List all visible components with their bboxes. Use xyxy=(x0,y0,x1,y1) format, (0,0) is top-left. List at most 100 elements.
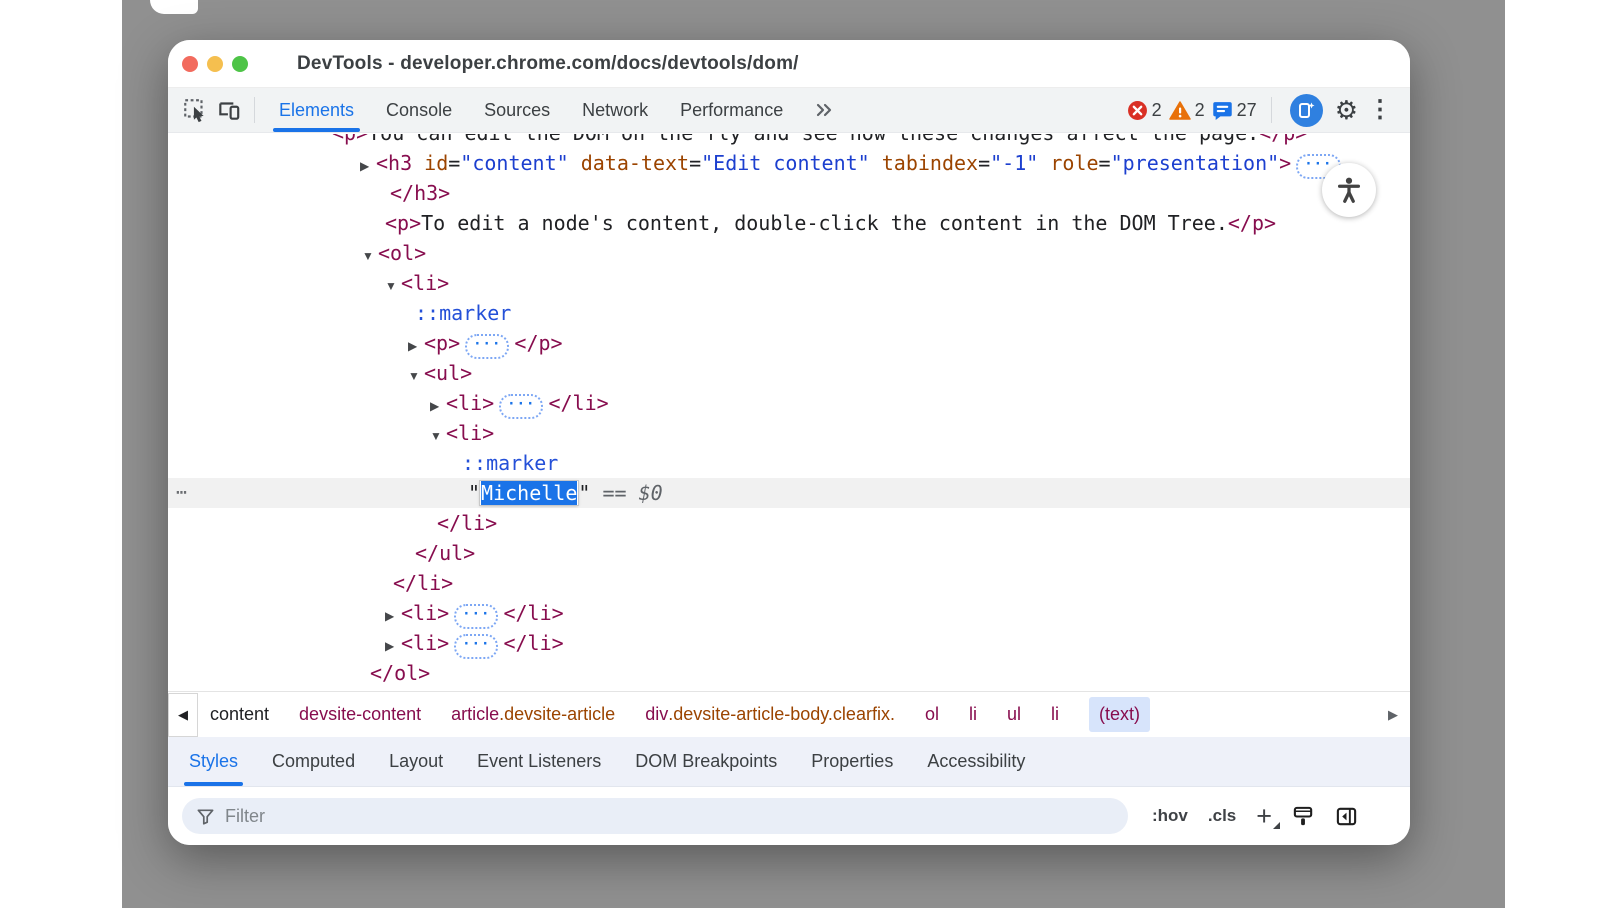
status-badges: 2 2 27 xyxy=(1127,100,1257,121)
dom-tree-row[interactable]: ▶<li>···</li> xyxy=(168,628,1410,658)
crumb-tag: ol xyxy=(925,704,939,725)
crumb-tag: ul xyxy=(1007,704,1021,725)
dom-tree-row[interactable]: </li> xyxy=(168,508,1410,538)
rendering-emulations-icon[interactable] xyxy=(1292,805,1315,828)
new-style-rule-button[interactable]: + xyxy=(1256,803,1272,830)
breadcrumb-item[interactable]: content xyxy=(210,704,269,725)
tab-computed[interactable]: Computed xyxy=(255,737,372,786)
inline-expand-button[interactable]: ··· xyxy=(454,634,498,659)
filter-input[interactable]: Filter xyxy=(182,798,1128,834)
dom-tree-row[interactable]: ▼<li> xyxy=(168,418,1410,448)
inline-expand-button[interactable]: ··· xyxy=(499,394,543,419)
breadcrumb-scroll-left-button[interactable]: ◀ xyxy=(168,693,198,737)
styles-filter-bar: Filter :hov .cls + xyxy=(168,787,1410,845)
more-options-icon[interactable]: ⋮ xyxy=(1368,98,1392,122)
dom-tree-row[interactable]: ▶<li>···</li> xyxy=(168,598,1410,628)
toggle-sidebar-icon[interactable] xyxy=(1335,805,1358,828)
expand-arrow-icon[interactable]: ▼ xyxy=(385,271,401,301)
tab-dom-breakpoints[interactable]: DOM Breakpoints xyxy=(618,737,794,786)
device-ai-assist-icon[interactable] xyxy=(1290,94,1323,127)
window-title: DevTools - developer.chrome.com/docs/dev… xyxy=(297,53,799,75)
toggle-device-toolbar-icon[interactable] xyxy=(212,93,246,127)
code-segment: </li> xyxy=(503,631,563,655)
code-segment: tabindex xyxy=(870,151,978,175)
error-count: 2 xyxy=(1152,100,1162,121)
crumb-tag: content xyxy=(210,704,269,725)
inline-text-editor[interactable]: Michelle xyxy=(480,481,578,505)
dom-tree-row[interactable]: ▶<h3 id="content" data-text="Edit conten… xyxy=(168,148,1410,178)
dom-tree-row[interactable]: ▼<li> xyxy=(168,268,1410,298)
expand-arrow-icon[interactable]: ▼ xyxy=(362,241,378,271)
expand-arrow-icon[interactable]: ▶ xyxy=(430,391,446,421)
dom-tree-row[interactable]: <p>To edit a node's content, double-clic… xyxy=(168,208,1410,238)
breadcrumb-item[interactable]: (text) xyxy=(1089,697,1150,732)
tab-performance[interactable]: Performance xyxy=(664,88,799,132)
dom-tree-row[interactable]: ▶<li>···</li> xyxy=(168,388,1410,418)
code-segment: id xyxy=(412,151,448,175)
code-segment: " xyxy=(468,481,480,505)
inline-expand-button[interactable]: ··· xyxy=(465,334,509,359)
dom-tree-row[interactable]: ▼<ol> xyxy=(168,238,1410,268)
dom-tree-row[interactable]: ▼<ul> xyxy=(168,358,1410,388)
breadcrumb-item[interactable]: li xyxy=(969,704,977,725)
expand-arrow-icon[interactable]: ▶ xyxy=(360,151,376,181)
tab-accessibility[interactable]: Accessibility xyxy=(910,737,1042,786)
dom-tree-row[interactable]: </ul> xyxy=(168,538,1410,568)
zoom-window-button[interactable] xyxy=(232,56,248,72)
issues-badge[interactable]: 27 xyxy=(1212,100,1257,121)
toolbar-divider xyxy=(1271,97,1272,123)
error-badge[interactable]: 2 xyxy=(1127,100,1162,121)
expand-arrow-icon[interactable]: ▶ xyxy=(408,331,424,361)
tab-sources[interactable]: Sources xyxy=(468,88,566,132)
dom-tree-row[interactable]: </li> xyxy=(168,568,1410,598)
dom-tree-row[interactable]: </h3> xyxy=(168,178,1410,208)
settings-gear-icon[interactable]: ⚙ xyxy=(1335,97,1358,123)
inspect-element-icon[interactable] xyxy=(178,93,212,127)
tab-event-listeners[interactable]: Event Listeners xyxy=(460,737,618,786)
dom-tree-row[interactable]: </ol> xyxy=(168,658,1410,688)
code-segment: </p> xyxy=(1228,211,1276,235)
breadcrumb-item[interactable]: devsite-content xyxy=(299,704,421,725)
code-segment: ::marker xyxy=(415,301,511,325)
expand-arrow-icon[interactable]: ▶ xyxy=(385,601,401,631)
tab-properties[interactable]: Properties xyxy=(794,737,910,786)
tab-network[interactable]: Network xyxy=(566,88,664,132)
code-segment: <li> xyxy=(446,391,494,415)
dom-tree-row[interactable]: ▶<p>···</p> xyxy=(168,328,1410,358)
close-window-button[interactable] xyxy=(182,56,198,72)
dom-tree-row[interactable]: <p>You can edit the DOM on the fly and s… xyxy=(168,134,1410,148)
selected-text: Michelle xyxy=(481,481,577,505)
row-menu-dots-icon[interactable]: ⋯ xyxy=(176,478,187,508)
toggle-element-state-button[interactable]: :hov xyxy=(1152,806,1188,826)
breadcrumb-item[interactable]: ul xyxy=(1007,704,1021,725)
breadcrumb-item[interactable]: ol xyxy=(925,704,939,725)
crumb-tag: article xyxy=(451,704,499,725)
minimize-window-button[interactable] xyxy=(207,56,223,72)
tab-layout[interactable]: Layout xyxy=(372,737,460,786)
dom-tree-row[interactable]: ::marker xyxy=(168,298,1410,328)
code-segment: <p> xyxy=(385,211,421,235)
code-segment: <li> xyxy=(401,601,449,625)
warning-badge[interactable]: 2 xyxy=(1169,100,1205,121)
expand-arrow-icon[interactable]: ▼ xyxy=(430,421,446,451)
breadcrumb-scroll-right-button[interactable]: ▶ xyxy=(1388,707,1410,723)
code-segment: To edit a node's content, double-click t… xyxy=(421,211,1228,235)
tab-elements[interactable]: Elements xyxy=(263,88,370,132)
dom-tree-row[interactable]: ⋯"Michelle" == $0 xyxy=(168,478,1410,508)
dom-tree[interactable]: <p>You can edit the DOM on the fly and s… xyxy=(168,134,1410,691)
element-classes-button[interactable]: .cls xyxy=(1208,806,1236,826)
tab-console[interactable]: Console xyxy=(370,88,468,132)
styles-pane-controls: :hov .cls + xyxy=(1152,803,1358,830)
expand-arrow-icon[interactable]: ▼ xyxy=(408,361,424,391)
breadcrumb-item[interactable]: li xyxy=(1051,704,1059,725)
inline-expand-button[interactable]: ··· xyxy=(454,604,498,629)
accessibility-overlay-button[interactable] xyxy=(1322,163,1376,217)
tab-styles[interactable]: Styles xyxy=(172,737,255,786)
expand-arrow-icon[interactable]: ▶ xyxy=(385,631,401,661)
code-segment: </h3> xyxy=(390,181,450,205)
code-segment: </li> xyxy=(393,571,453,595)
breadcrumb-item[interactable]: article.devsite-article xyxy=(451,704,615,725)
breadcrumb-item[interactable]: div.devsite-article-body.clearfix. xyxy=(645,704,895,725)
more-tabs-icon[interactable] xyxy=(807,93,841,127)
dom-tree-row[interactable]: ::marker xyxy=(168,448,1410,478)
